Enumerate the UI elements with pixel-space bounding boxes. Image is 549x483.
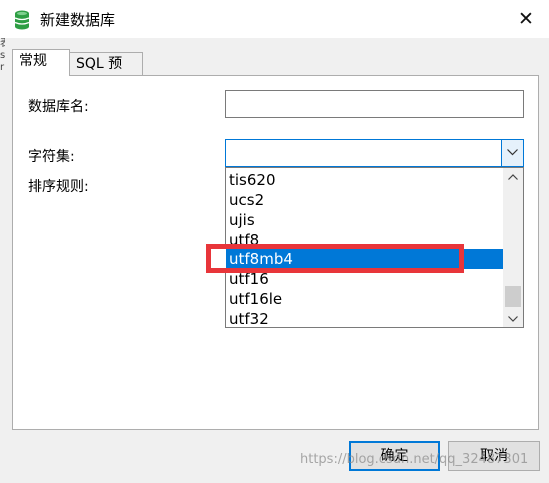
database-icon xyxy=(14,10,30,30)
edge-char: r xyxy=(0,62,5,73)
scroll-down-icon[interactable] xyxy=(503,310,523,327)
tab-sql-preview[interactable]: SQL 预览 xyxy=(69,52,143,94)
charset-option[interactable]: ujis xyxy=(226,210,503,230)
charset-option[interactable]: ucs2 xyxy=(226,190,503,210)
close-icon[interactable]: ✕ xyxy=(508,2,544,36)
cancel-button[interactable]: 取消 xyxy=(448,441,540,471)
database-name-label: 数据库名: xyxy=(28,99,89,115)
charset-select[interactable] xyxy=(225,139,524,167)
chevron-down-icon[interactable] xyxy=(501,140,523,166)
database-name-input[interactable] xyxy=(225,90,524,118)
charset-option[interactable]: utf32 xyxy=(226,309,503,327)
charset-option[interactable]: tis620 xyxy=(226,170,503,190)
scrollbar-thumb[interactable] xyxy=(505,286,521,307)
ok-button[interactable]: 确定 xyxy=(349,441,440,471)
window-title: 新建数据库 xyxy=(40,11,116,29)
scroll-up-icon[interactable] xyxy=(503,168,523,185)
dropdown-scrollbar[interactable] xyxy=(503,168,523,327)
tab-general[interactable]: 常规 xyxy=(12,49,70,76)
background-window-edge: 表 s r xyxy=(0,38,5,88)
edge-char: 表 xyxy=(0,38,5,50)
charset-label: 字符集: xyxy=(28,149,75,165)
title-bar: 新建数据库 ✕ xyxy=(0,0,549,38)
edge-char: s xyxy=(0,50,5,61)
collation-label: 排序规则: xyxy=(28,179,89,195)
new-database-dialog: 新建数据库 ✕ 表 s r SQL 预览 常规 数据库名: 字符集: 排序规则:… xyxy=(0,0,549,483)
charset-option[interactable]: utf16le xyxy=(226,289,503,309)
red-annotation-box xyxy=(206,244,464,273)
